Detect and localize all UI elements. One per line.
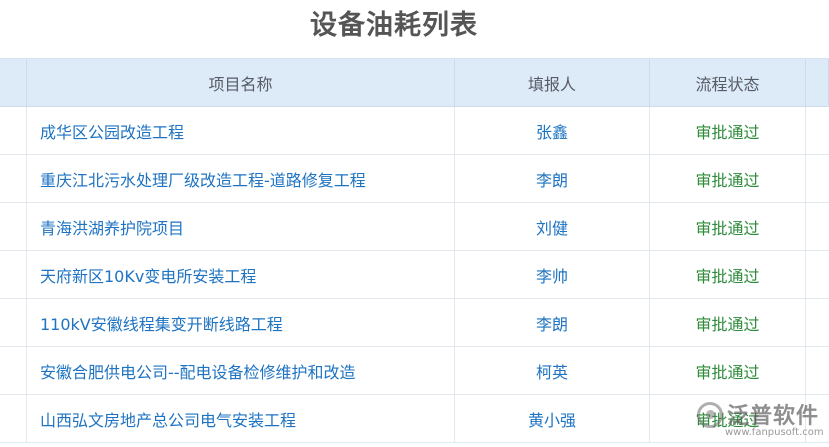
- row-blank-cell: [0, 107, 27, 154]
- row-extra-cell: [806, 299, 829, 346]
- header-filler[interactable]: 填报人: [455, 59, 650, 106]
- table-row[interactable]: 青海洪湖养护院项目 刘健 审批通过: [0, 203, 829, 251]
- filler-name[interactable]: 张鑫: [536, 119, 568, 143]
- row-blank-cell: [0, 347, 27, 394]
- page-title: 设备油耗列表: [310, 10, 478, 41]
- project-name-link[interactable]: 青海洪湖养护院项目: [40, 215, 184, 239]
- filler-name[interactable]: 黄小强: [528, 407, 576, 431]
- row-blank-cell: [0, 155, 27, 202]
- flow-status: 审批通过: [695, 314, 760, 334]
- project-name-link[interactable]: 成华区公园改造工程: [40, 119, 184, 143]
- row-extra-cell: [806, 347, 829, 394]
- flow-status: 审批通过: [695, 410, 760, 430]
- flow-status: 审批通过: [695, 362, 760, 382]
- row-blank-cell: [0, 395, 27, 442]
- row-blank-cell: [0, 203, 27, 250]
- header-extra-cell: [806, 59, 829, 106]
- row-extra-cell: [806, 251, 829, 298]
- row-extra-cell: [806, 107, 829, 154]
- table-header-row: 项目名称 填报人 流程状态: [0, 59, 829, 107]
- header-project-name[interactable]: 项目名称: [27, 59, 455, 106]
- filler-name[interactable]: 李帅: [536, 263, 568, 287]
- project-name-link[interactable]: 110kV安徽线程集变开断线路工程: [40, 311, 283, 335]
- flow-status: 审批通过: [695, 218, 760, 238]
- filler-name[interactable]: 柯英: [536, 359, 568, 383]
- row-blank-cell: [0, 251, 27, 298]
- row-extra-cell: [806, 203, 829, 250]
- header-flow-status[interactable]: 流程状态: [650, 59, 806, 106]
- table-row[interactable]: 天府新区10Kv变电所安装工程 李帅 审批通过: [0, 251, 829, 299]
- table-row[interactable]: 成华区公园改造工程 张鑫 审批通过: [0, 107, 829, 155]
- row-extra-cell: [806, 395, 829, 442]
- row-blank-cell: [0, 299, 27, 346]
- project-name-link[interactable]: 安徽合肥供电公司--配电设备检修维护和改造: [40, 359, 356, 383]
- filler-name[interactable]: 李朗: [536, 167, 568, 191]
- header-blank-cell: [0, 59, 27, 106]
- project-name-link[interactable]: 天府新区10Kv变电所安装工程: [40, 263, 256, 287]
- project-name-link[interactable]: 重庆江北污水处理厂级改造工程-道路修复工程: [40, 167, 366, 191]
- row-extra-cell: [806, 155, 829, 202]
- table-row[interactable]: 安徽合肥供电公司--配电设备检修维护和改造 柯英 审批通过: [0, 347, 829, 395]
- flow-status: 审批通过: [695, 170, 760, 190]
- filler-name[interactable]: 刘健: [536, 215, 568, 239]
- project-name-link[interactable]: 山西弘文房地产总公司电气安装工程: [40, 407, 296, 431]
- table-row[interactable]: 山西弘文房地产总公司电气安装工程 黄小强 审批通过: [0, 395, 829, 443]
- flow-status: 审批通过: [695, 266, 760, 286]
- data-table: 项目名称 填报人 流程状态 成华区公园改造工程 张鑫 审批通过 重庆江北污水处理…: [0, 58, 829, 443]
- table-row[interactable]: 重庆江北污水处理厂级改造工程-道路修复工程 李朗 审批通过: [0, 155, 829, 203]
- table-row[interactable]: 110kV安徽线程集变开断线路工程 李朗 审批通过: [0, 299, 829, 347]
- filler-name[interactable]: 李朗: [536, 311, 568, 335]
- flow-status: 审批通过: [695, 122, 760, 142]
